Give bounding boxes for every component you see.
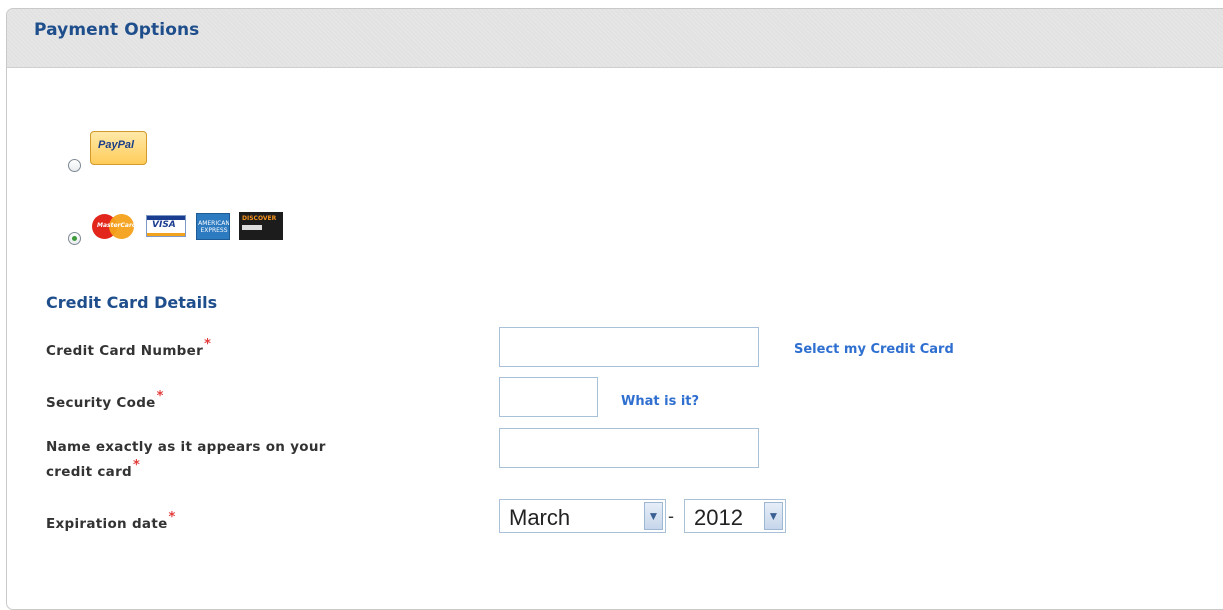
panel-title: Payment Options	[34, 20, 200, 40]
chevron-down-icon[interactable]: ▼	[644, 502, 663, 530]
card-number-input[interactable]	[499, 327, 759, 367]
paypal-logo[interactable]: PayPal	[90, 131, 147, 165]
mastercard-logo-text: MasterCard	[97, 222, 137, 229]
expiration-year-select[interactable]: 2012 ▼	[684, 499, 786, 533]
card-number-label: Credit Card Number*	[46, 337, 212, 359]
expiration-year-value: 2012	[694, 505, 743, 530]
select-credit-card-link[interactable]: Select my Credit Card	[794, 342, 954, 357]
what-is-it-link[interactable]: What is it?	[621, 394, 699, 409]
paypal-radio[interactable]	[68, 159, 81, 172]
required-marker: *	[204, 337, 212, 352]
credit-card-radio[interactable]	[68, 232, 81, 245]
amex-logo-text: AMERICAN EXPRESS	[198, 220, 230, 234]
paypal-logo-text: PayPal	[98, 139, 135, 151]
date-separator: -	[668, 506, 674, 526]
security-code-input[interactable]	[499, 377, 598, 417]
discover-logo-text: DISCOVER	[242, 215, 277, 222]
visa-logo[interactable]: VISA	[146, 215, 186, 237]
expiration-month-select[interactable]: March ▼	[499, 499, 666, 533]
visa-logo-text: VISA	[152, 220, 176, 230]
required-marker: *	[133, 458, 141, 473]
security-code-label: Security Code*	[46, 389, 164, 411]
required-marker: *	[156, 389, 164, 404]
mastercard-logo[interactable]: MasterCard	[92, 213, 142, 239]
expiration-month-value: March	[509, 505, 571, 530]
name-on-card-label: Name exactly as it appears on your credi…	[46, 439, 326, 480]
required-marker: *	[168, 510, 176, 525]
credit-card-details-heading: Credit Card Details	[46, 293, 218, 312]
chevron-down-icon[interactable]: ▼	[764, 502, 783, 530]
discover-logo[interactable]: DISCOVER	[239, 212, 283, 240]
name-on-card-input[interactable]	[499, 428, 759, 468]
amex-logo[interactable]: AMERICAN EXPRESS	[196, 213, 230, 240]
expiration-date-label: Expiration date*	[46, 510, 176, 532]
